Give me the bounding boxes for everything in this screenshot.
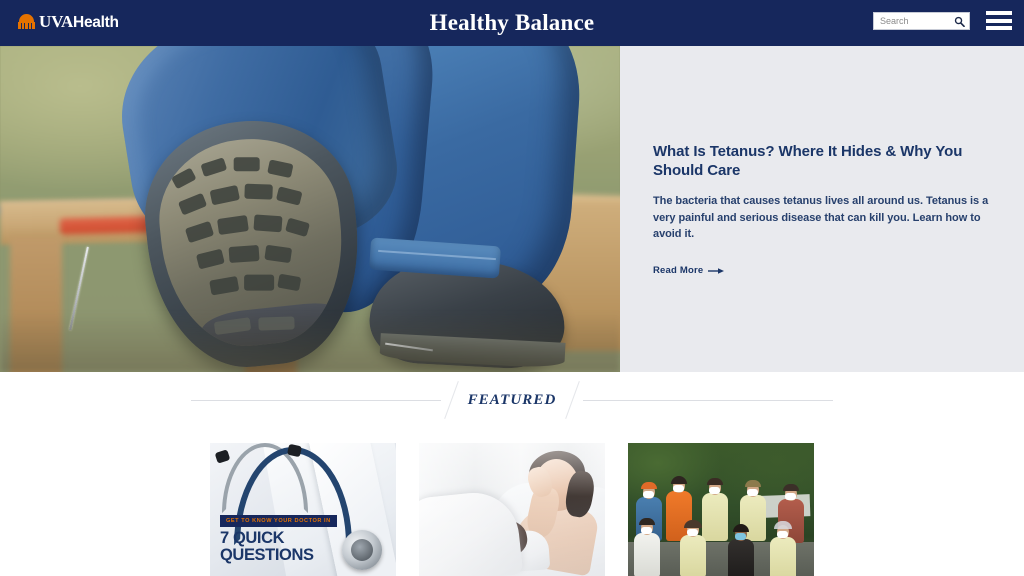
card-1-tag: GET TO KNOW YOUR DOCTOR IN [220,515,337,527]
hero-description: The bacteria that causes tetanus lives a… [653,195,989,240]
card-healthcare-workers[interactable] [628,443,814,576]
divider-line-right [583,399,834,401]
card-mother-and-baby[interactable] [419,443,605,576]
stethoscope-icon [342,530,382,570]
page-root: UVAHealth Healthy Balance Search What Is… [0,0,1024,576]
search-input[interactable] [880,12,958,29]
featured-divider: FEATURED [0,380,1024,420]
card-1-title: 7 QUICK QUESTIONS [220,529,314,564]
hero-section: What Is Tetanus? Where It Hides & Why Yo… [0,46,1024,372]
featured-cards: GET TO KNOW YOUR DOCTOR IN 7 QUICK QUEST… [0,443,1024,576]
search-box[interactable] [873,11,970,30]
site-header: UVAHealth Healthy Balance [0,0,1024,46]
header-actions [873,11,1012,30]
site-title: Healthy Balance [429,10,595,35]
hero-image [0,46,620,372]
arrow-right-icon [708,267,725,274]
read-more-label: Read More [653,265,704,277]
read-more-link[interactable]: Read More [653,265,725,276]
hamburger-menu-icon[interactable] [986,11,1012,30]
card-7-quick-questions[interactable]: GET TO KNOW YOUR DOCTOR IN 7 QUICK QUEST… [210,443,396,576]
divider-slash-left [443,381,459,419]
hero-headline[interactable]: What Is Tetanus? Where It Hides & Why Yo… [653,142,993,180]
divider-slash-right [565,381,581,419]
search-icon[interactable] [954,16,965,27]
featured-label: FEATURED [467,391,557,408]
hero-text-panel: What Is Tetanus? Where It Hides & Why Yo… [620,46,1024,372]
divider-line-left [190,399,441,401]
